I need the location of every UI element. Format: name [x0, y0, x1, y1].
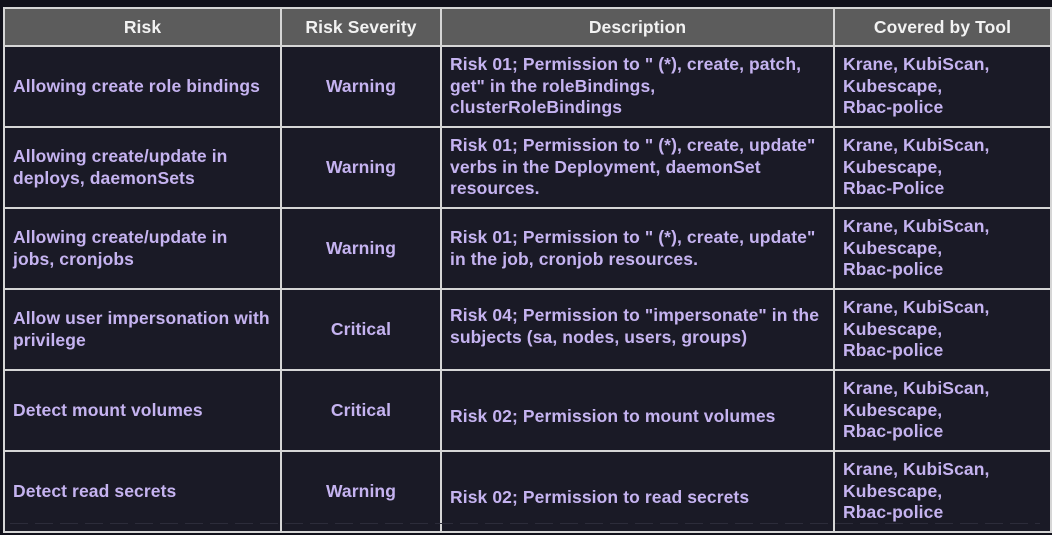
header-row: Risk Risk Severity Description Covered b… [3, 7, 1052, 47]
severity-cell: Critical [280, 288, 442, 371]
tool-line: Rbac-police [843, 340, 944, 361]
risk-cell: Allowing create role bindings [3, 45, 282, 128]
tools-cell: Krane, KubiScan, Kubescape, Rbac-police [833, 288, 1052, 371]
tool-line: Krane, KubiScan, [843, 297, 990, 318]
header-covered-by-tool: Covered by Tool [833, 7, 1052, 47]
tool-line: Rbac-police [843, 97, 944, 118]
risk-cell: Allow user impersonation with privilege [3, 288, 282, 371]
severity-cell: Warning [280, 126, 442, 209]
description-cell: Risk 02; Permission to mount volumes [440, 369, 835, 452]
header-description: Description [440, 7, 835, 47]
severity-cell: Critical [280, 369, 442, 452]
risk-cell: Allowing create/update in deploys, daemo… [3, 126, 282, 209]
tool-line: Rbac-police [843, 421, 944, 442]
dashed-divider [10, 523, 1040, 524]
header-risk-severity: Risk Severity [280, 7, 442, 47]
description-cell: Risk 02; Permission to read secrets [440, 450, 835, 533]
description-cell: Risk 01; Permission to " (*), create, up… [440, 207, 835, 290]
tool-line: Kubescape, [843, 480, 943, 501]
risk-cell: Detect read secrets [3, 450, 282, 533]
tool-line: Kubescape, [843, 75, 943, 96]
tool-line: Kubescape, [843, 156, 943, 177]
table-row: Allowing create/update in jobs, cronjobs… [3, 207, 1052, 290]
severity-cell: Warning [280, 450, 442, 533]
description-cell: Risk 01; Permission to " (*), create, pa… [440, 45, 835, 128]
tool-line: Rbac-Police [843, 178, 945, 199]
severity-cell: Warning [280, 45, 442, 128]
tools-cell: Krane, KubiScan, Kubescape, Rbac-police [833, 45, 1052, 128]
tool-line: Rbac-police [843, 502, 944, 523]
header-risk: Risk [3, 7, 282, 47]
tool-line: Krane, KubiScan, [843, 378, 990, 399]
tools-cell: Krane, KubiScan, Kubescape, Rbac-police [833, 369, 1052, 452]
tools-cell: Krane, KubiScan, Kubescape, Rbac-Police [833, 126, 1052, 209]
table-row: Detect mount volumes Critical Risk 02; P… [3, 369, 1052, 452]
table-row: Allowing create/update in deploys, daemo… [3, 126, 1052, 209]
tool-line: Krane, KubiScan, [843, 459, 990, 480]
risk-table: Risk Risk Severity Description Covered b… [3, 7, 1052, 533]
description-cell: Risk 04; Permission to "impersonate" in … [440, 288, 835, 371]
tool-line: Krane, KubiScan, [843, 216, 990, 237]
description-cell: Risk 01; Permission to " (*), create, up… [440, 126, 835, 209]
tool-line: Rbac-police [843, 259, 944, 280]
table-row: Allowing create role bindings Warning Ri… [3, 45, 1052, 128]
tool-line: Kubescape, [843, 237, 943, 258]
table-row: Allow user impersonation with privilege … [3, 288, 1052, 371]
risk-cell: Detect mount volumes [3, 369, 282, 452]
table-row: Detect read secrets Warning Risk 02; Per… [3, 450, 1052, 533]
tool-line: Kubescape, [843, 399, 943, 420]
tool-line: Krane, KubiScan, [843, 54, 990, 75]
risk-cell: Allowing create/update in jobs, cronjobs [3, 207, 282, 290]
severity-cell: Warning [280, 207, 442, 290]
tools-cell: Krane, KubiScan, Kubescape, Rbac-police [833, 207, 1052, 290]
tools-cell: Krane, KubiScan, Kubescape, Rbac-police [833, 450, 1052, 533]
tool-line: Krane, KubiScan, [843, 135, 990, 156]
tool-line: Kubescape, [843, 318, 943, 339]
